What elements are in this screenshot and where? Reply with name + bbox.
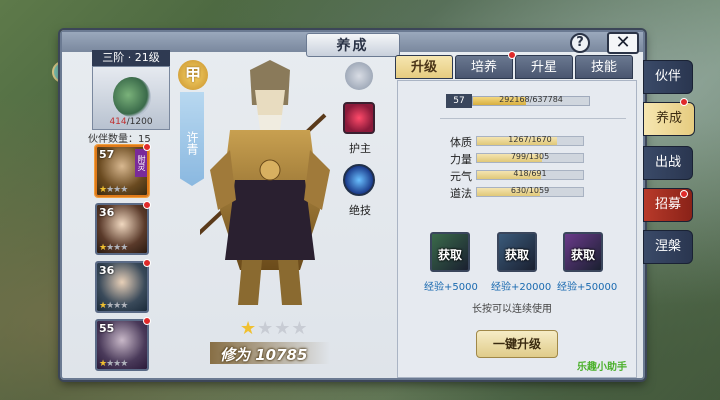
stat-bar: 1267/1670 bbox=[476, 135, 584, 146]
side-nav-item[interactable]: 伙伴 bbox=[643, 60, 693, 94]
stat-bar: 630/1059 bbox=[476, 186, 584, 197]
skill-guard-icon[interactable] bbox=[343, 102, 375, 134]
mount-exp-total: /1200 bbox=[126, 117, 153, 127]
tab-skills[interactable]: 技能 bbox=[575, 55, 633, 79]
stat-label: 体质 bbox=[450, 136, 472, 149]
hero-card-level: 55 bbox=[99, 322, 115, 335]
hero-notification-dot bbox=[143, 317, 151, 325]
exp-book-amount: 经验+50000 bbox=[557, 282, 618, 293]
skill-ultimate-icon[interactable] bbox=[343, 164, 375, 196]
help-button[interactable]: ? bbox=[570, 33, 590, 53]
stat-bar: 799/1305 bbox=[476, 152, 584, 163]
exp-book-get-label: 获取 bbox=[437, 248, 462, 262]
hero-card[interactable]: 36 ★★★★ bbox=[95, 203, 149, 255]
exp-bar: 292168/637784 bbox=[472, 95, 590, 106]
sword-emblem-icon bbox=[345, 62, 373, 90]
side-nav-item[interactable]: 出战 bbox=[643, 146, 693, 180]
hero-notification-dot bbox=[143, 143, 151, 151]
exp-book-amount: 经验+20000 bbox=[491, 282, 552, 293]
exp-book-item[interactable]: 获取 bbox=[497, 232, 537, 272]
hero-card-level: 36 bbox=[99, 264, 115, 277]
side-nav-notification-dot bbox=[680, 98, 688, 106]
one-click-upgrade-button[interactable]: 一键升级 bbox=[476, 330, 558, 358]
panel-title: 养成 bbox=[305, 33, 400, 57]
tab-bar: 升级 培养 升星 技能 bbox=[395, 55, 637, 79]
exp-book-item[interactable]: 获取 bbox=[430, 232, 470, 272]
stat-bar: 418/691 bbox=[476, 169, 584, 180]
exp-book-amount: 经验+5000 bbox=[424, 282, 478, 293]
hero-card-tag: 附灵 bbox=[135, 149, 147, 177]
hero-card-level: 57 bbox=[99, 148, 115, 161]
exp-book-get-label: 获取 bbox=[570, 248, 595, 262]
stat-value: 799/1305 bbox=[510, 152, 550, 161]
stat-value: 1267/1670 bbox=[508, 135, 552, 144]
hero-card-level: 36 bbox=[99, 206, 115, 219]
close-button[interactable]: ✕ bbox=[607, 32, 639, 54]
skill-ultimate-label: 绝技 bbox=[349, 204, 371, 217]
stat-label: 元气 bbox=[450, 170, 472, 183]
hero-card-stars: ★★★★ bbox=[99, 359, 128, 369]
hero-level: 57 bbox=[446, 94, 472, 108]
stat-label: 力量 bbox=[450, 153, 472, 166]
notification-dot bbox=[508, 51, 516, 59]
skill-guard-label: 护主 bbox=[349, 142, 371, 155]
watermark: 乐趣小助手 bbox=[577, 362, 627, 373]
hero-stars: ★★★★ bbox=[240, 318, 309, 339]
side-nav-item[interactable]: 涅槃 bbox=[643, 230, 693, 264]
side-nav-notification-dot bbox=[680, 190, 688, 198]
hero-notification-dot bbox=[143, 259, 151, 267]
hero-card-stars: ★★★★ bbox=[99, 243, 128, 253]
mount-exp: 414/1200 bbox=[92, 117, 170, 129]
stat-value: 630/1059 bbox=[510, 186, 550, 195]
star-filled-icon: ★ bbox=[240, 318, 258, 339]
tab-upgrade[interactable]: 升级 bbox=[395, 55, 453, 79]
exp-book-item[interactable]: 获取 bbox=[563, 232, 603, 272]
partner-count: 伙伴数量：15 bbox=[88, 134, 151, 145]
exp-book-get-label: 获取 bbox=[504, 248, 529, 262]
side-nav-item[interactable]: 养成 bbox=[643, 102, 695, 136]
stat-value: 418/691 bbox=[513, 169, 547, 178]
divider bbox=[440, 118, 626, 119]
cultivation-value: 修为 10785 bbox=[220, 346, 308, 364]
hero-card[interactable]: 55 ★★★★ bbox=[95, 319, 149, 371]
hero-portrait bbox=[200, 60, 330, 305]
jade-mount-icon bbox=[113, 77, 151, 117]
tab-train[interactable]: 培养 bbox=[455, 55, 513, 79]
stat-label: 道法 bbox=[450, 187, 472, 200]
star-empty-icon: ★★★ bbox=[257, 318, 309, 339]
hero-card[interactable]: 36 ★★★★ bbox=[95, 261, 149, 313]
mount-rank-label: 三阶 · 21级 bbox=[92, 50, 170, 66]
hero-card-stars: ★★★★ bbox=[99, 301, 128, 311]
hero-notification-dot bbox=[143, 201, 151, 209]
tab-star-up[interactable]: 升星 bbox=[515, 55, 573, 79]
exp-text: 292168/637784 bbox=[499, 95, 563, 104]
hero-card[interactable]: 57 ★★★★ 附灵 bbox=[95, 145, 149, 197]
mount-exp-current: 414 bbox=[109, 117, 127, 127]
hold-hint: 长按可以连续使用 bbox=[472, 304, 552, 315]
hero-card-stars: ★★★★ bbox=[99, 185, 128, 195]
